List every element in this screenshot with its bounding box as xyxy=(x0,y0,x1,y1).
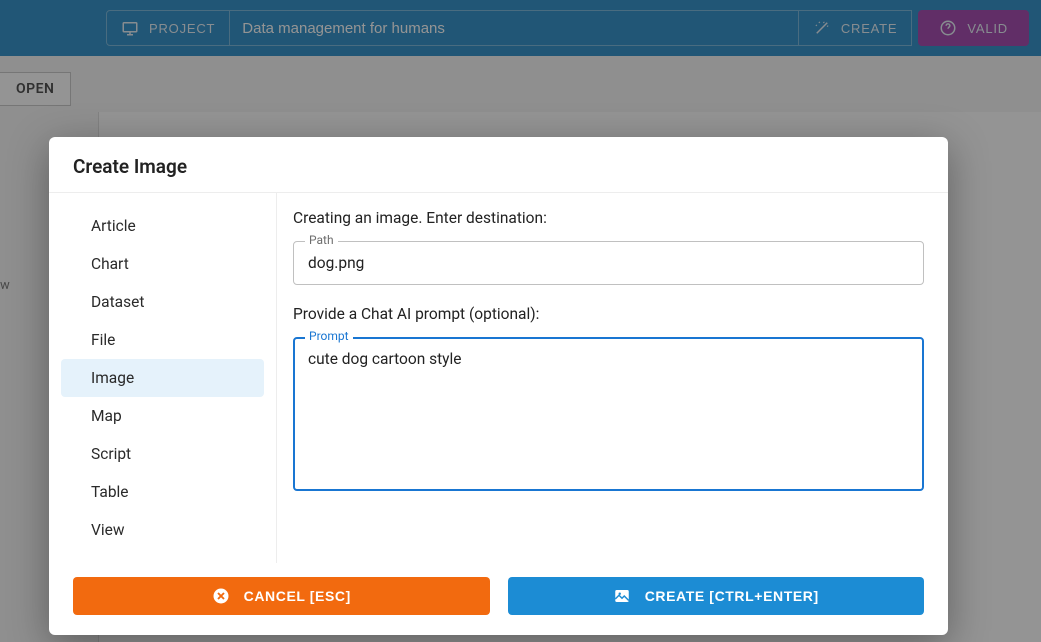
sidebar-item-file[interactable]: File xyxy=(61,321,264,359)
cancel-button[interactable]: CANCEL [ESC] xyxy=(73,577,490,615)
prompt-input[interactable] xyxy=(293,337,924,491)
sidebar-item-map[interactable]: Map xyxy=(61,397,264,435)
sidebar-item-article[interactable]: Article xyxy=(61,207,264,245)
path-label: Path xyxy=(305,233,338,247)
prompt-field: Prompt xyxy=(293,337,924,495)
sidebar-item-image[interactable]: Image xyxy=(61,359,264,397)
create-image-modal: Create Image ArticleChartDatasetFileImag… xyxy=(49,137,948,635)
modal-footer: CANCEL [ESC] CREATE [CTRL+ENTER] xyxy=(49,563,948,635)
modal-title: Create Image xyxy=(49,137,948,193)
image-icon xyxy=(613,587,631,605)
cancel-icon xyxy=(212,587,230,605)
modal-body: ArticleChartDatasetFileImageMapScriptTab… xyxy=(49,193,948,563)
path-field: Path xyxy=(293,241,924,285)
modal-form: Creating an image. Enter destination: Pa… xyxy=(277,193,948,563)
create-confirm-button[interactable]: CREATE [CTRL+ENTER] xyxy=(508,577,925,615)
prompt-heading: Provide a Chat AI prompt (optional): xyxy=(293,305,924,323)
sidebar-item-script[interactable]: Script xyxy=(61,435,264,473)
sidebar-item-view[interactable]: View xyxy=(61,511,264,549)
modal-sidebar: ArticleChartDatasetFileImageMapScriptTab… xyxy=(49,193,277,563)
destination-text: Creating an image. Enter destination: xyxy=(293,209,924,227)
path-input[interactable] xyxy=(293,241,924,285)
prompt-label: Prompt xyxy=(305,329,353,343)
sidebar-item-chart[interactable]: Chart xyxy=(61,245,264,283)
cancel-button-label: CANCEL [ESC] xyxy=(244,588,351,604)
sidebar-item-table[interactable]: Table xyxy=(61,473,264,511)
sidebar-item-dataset[interactable]: Dataset xyxy=(61,283,264,321)
create-confirm-button-label: CREATE [CTRL+ENTER] xyxy=(645,588,819,604)
